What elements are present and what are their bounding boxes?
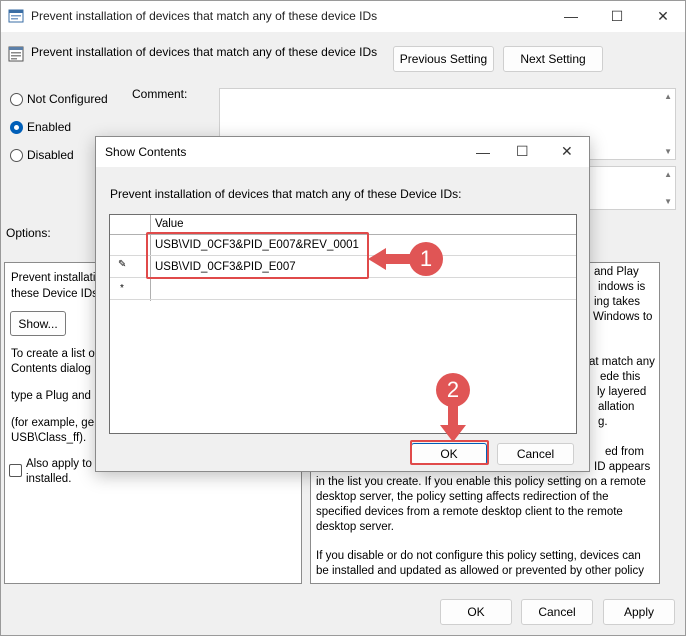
policy-app-icon — [8, 9, 24, 23]
options-text: USB\Class_ff). — [11, 432, 87, 444]
help-text: at match any — [589, 356, 655, 368]
help-text: If you disable or do not configure this … — [316, 550, 641, 562]
options-label: Options: — [6, 226, 51, 240]
step-2-badge: 2 — [436, 373, 470, 407]
disabled-label: Disabled — [27, 148, 74, 162]
help-text: ede this — [600, 371, 641, 383]
help-text: desktop server. — [316, 521, 394, 533]
scroll-up-icon[interactable]: ▲ — [664, 92, 672, 101]
close-icon[interactable]: ✕ — [640, 0, 686, 32]
close-icon[interactable]: ✕ — [561, 143, 573, 160]
comment-label: Comment: — [132, 87, 188, 101]
show-button[interactable]: Show... — [10, 311, 66, 336]
help-text: ly layered — [597, 386, 647, 398]
scroll-up-icon[interactable]: ▲ — [664, 170, 672, 179]
cancel-button[interactable]: Cancel — [521, 599, 593, 625]
maximize-icon[interactable]: ☐ — [594, 0, 640, 32]
help-text: g. — [598, 416, 608, 428]
help-text: indows is — [598, 281, 646, 293]
maximize-icon[interactable]: ☐ — [516, 143, 529, 160]
policy-heading: Prevent installation of devices that mat… — [31, 45, 378, 59]
next-setting-button[interactable]: Next Setting — [503, 46, 603, 72]
options-text: Prevent installati — [11, 272, 96, 284]
options-text: these Device IDs — [11, 288, 98, 300]
not-configured-label: Not Configured — [27, 92, 108, 106]
help-text: Windows to — [593, 311, 653, 323]
options-text: (for example, ge — [11, 417, 95, 429]
not-configured-radio[interactable] — [10, 93, 23, 106]
help-text: ID appears — [594, 461, 651, 473]
enabled-radio[interactable] — [10, 121, 23, 134]
also-apply-checkbox[interactable] — [9, 464, 22, 477]
help-text: and Play — [594, 266, 639, 278]
help-text: ing takes — [594, 296, 641, 308]
dialog-title-bar: Show Contents — ☐ ✕ — [96, 137, 589, 167]
dialog-title: Show Contents — [105, 145, 187, 159]
help-text: allation — [598, 401, 635, 413]
ok-button[interactable]: OK — [440, 599, 512, 625]
title-bar: Prevent installation of devices that mat… — [0, 0, 686, 32]
help-text: ed from — [605, 446, 644, 458]
also-apply-label: Also apply to — [26, 458, 92, 470]
minimize-icon[interactable]: — — [548, 0, 594, 32]
dialog-description: Prevent installation of devices that mat… — [110, 187, 462, 201]
show-contents-dialog: Show Contents — ☐ ✕ Prevent installation… — [95, 136, 590, 472]
help-text: desktop server, the policy setting affec… — [316, 491, 609, 503]
scroll-down-icon[interactable]: ▼ — [664, 197, 672, 206]
help-text: be installed and updated as allowed or p… — [316, 565, 644, 577]
minimize-icon[interactable]: — — [476, 144, 490, 160]
value-column-header: Value — [155, 218, 184, 230]
highlight-box — [146, 232, 369, 279]
options-text: Contents dialog — [11, 363, 91, 375]
disabled-radio[interactable] — [10, 149, 23, 162]
help-scrollbar[interactable] — [662, 262, 676, 584]
step-1-badge: 1 — [409, 242, 443, 276]
highlight-box — [410, 440, 489, 465]
help-text: specified devices from a remote desktop … — [316, 506, 623, 518]
options-text: To create a list of — [11, 348, 98, 360]
edit-pencil-icon: ✎ — [118, 259, 127, 270]
also-apply-label: installed. — [26, 473, 72, 485]
apply-button[interactable]: Apply — [603, 599, 675, 625]
enabled-label: Enabled — [27, 120, 72, 134]
table-row[interactable]: * — [110, 279, 576, 300]
dialog-cancel-button[interactable]: Cancel — [497, 443, 574, 465]
help-text: in the list you create. If you enable th… — [316, 476, 646, 488]
previous-setting-button[interactable]: Previous Setting — [393, 46, 494, 72]
policy-setting-icon — [8, 46, 24, 62]
arrow-down-icon — [440, 405, 466, 442]
scroll-down-icon[interactable]: ▼ — [664, 147, 672, 156]
window-title: Prevent installation of devices that mat… — [31, 9, 378, 23]
new-row-icon: * — [120, 283, 124, 294]
options-text: type a Plug and — [11, 390, 91, 402]
